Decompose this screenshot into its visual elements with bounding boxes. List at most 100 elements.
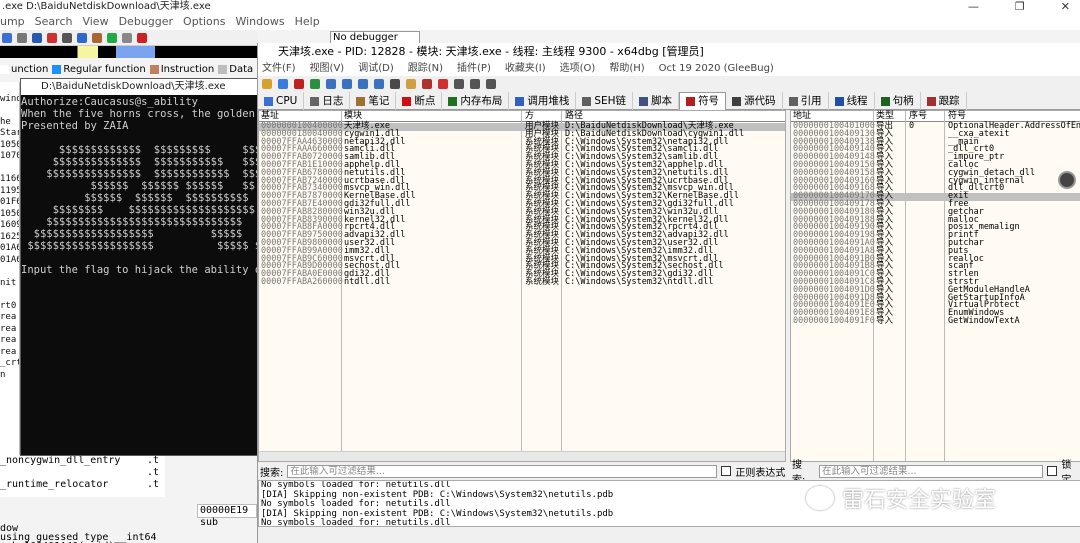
col-address[interactable]: 地址 (791, 111, 811, 121)
pause-icon[interactable] (122, 32, 132, 43)
menu-view[interactable]: View (82, 14, 108, 30)
menu-search[interactable]: Search (35, 14, 73, 30)
tab-13[interactable]: 跟踪 (921, 92, 967, 110)
open-icon[interactable] (262, 78, 272, 89)
function-row[interactable]: 1195 (0, 186, 19, 198)
menu-favourites[interactable]: 收藏夹(I) (505, 61, 546, 76)
console-window[interactable]: D:\BaiduNetdiskDownload\天津垓.exe Authoriz… (20, 78, 265, 456)
functions-list[interactable]: windheStar105010701166119501F61050160916… (0, 82, 20, 462)
console-output[interactable]: Authorize:Caucasus@s_ability When the fiv… (21, 96, 264, 456)
function-row[interactable]: he (0, 117, 19, 129)
names-list[interactable]: _noncygwin_dll_entry .t .t _runtime_relocat… (0, 455, 165, 497)
function-row[interactable]: rea (0, 324, 19, 336)
minimize-icon[interactable]: — (968, 0, 979, 14)
col-symbol[interactable]: 符号 (946, 111, 966, 121)
hash-icon[interactable] (454, 78, 464, 89)
tab-12[interactable]: 句柄 (875, 92, 921, 110)
restart-icon[interactable] (278, 78, 288, 89)
tab-5[interactable]: 调用堆栈 (509, 92, 577, 110)
tab-9[interactable]: 源代码 (726, 92, 783, 110)
tool-icon[interactable] (17, 32, 27, 43)
trace-icon[interactable] (390, 78, 400, 89)
label-icon[interactable] (438, 78, 448, 89)
function-row[interactable]: Star (0, 128, 19, 140)
names-row[interactable]: _noncygwin_dll_entry .t (0, 455, 165, 467)
function-row[interactable] (0, 105, 19, 117)
function-row[interactable]: 01A6C (0, 255, 19, 267)
regex-checkbox[interactable] (721, 466, 732, 476)
function-row[interactable]: 1625 (0, 232, 19, 244)
tab-0[interactable]: CPU (258, 92, 305, 110)
function-row[interactable]: 1050 (0, 209, 19, 221)
restore-icon[interactable]: ❐ (1015, 0, 1025, 14)
close-icon[interactable]: ✕ (1061, 0, 1070, 14)
horizontal-scrollbar[interactable] (259, 451, 785, 461)
function-row[interactable] (0, 82, 19, 94)
menu-options[interactable]: 选项(O) (560, 61, 596, 76)
step-into-icon[interactable] (342, 78, 352, 89)
tab-10[interactable]: 引用 (783, 92, 829, 110)
tab-11[interactable]: 线程 (829, 92, 875, 110)
function-row[interactable]: n (0, 370, 19, 382)
tab-8[interactable]: 符号 (679, 92, 727, 110)
function-row[interactable]: wind (0, 94, 19, 106)
tab-6[interactable]: SEH链 (576, 92, 634, 110)
calculator-icon[interactable] (486, 78, 496, 89)
close-icon[interactable] (294, 78, 304, 89)
menu-plugins[interactable]: 插件(P) (457, 61, 491, 76)
col-base[interactable]: 基址 (259, 111, 279, 121)
breakpoint-icon[interactable] (47, 32, 57, 43)
lock-checkbox[interactable] (1047, 466, 1058, 476)
function-icon[interactable] (470, 78, 480, 89)
names-row[interactable]: _runtime_relocator .t (0, 479, 165, 491)
function-row[interactable]: 1050 (0, 140, 19, 152)
function-row[interactable]: rea (0, 335, 19, 347)
step-icon[interactable] (32, 32, 42, 43)
function-row[interactable]: nit (0, 278, 19, 290)
pause-icon[interactable] (326, 78, 336, 89)
play-icon[interactable] (107, 32, 117, 43)
menu-debug[interactable]: 调试(D) (358, 61, 394, 76)
function-row[interactable]: rt0 (0, 301, 19, 313)
menu-view[interactable]: 视图(V) (310, 61, 345, 76)
function-row[interactable] (0, 289, 19, 301)
navigation-band[interactable] (0, 46, 258, 58)
menu-dump[interactable]: ump (0, 14, 25, 30)
arrow-right-icon[interactable] (2, 32, 12, 43)
menu-debugger[interactable]: Debugger (119, 14, 173, 30)
menu-trace[interactable]: 跟踪(N) (408, 61, 443, 76)
hex-icon[interactable] (92, 32, 102, 43)
symbols-search-input[interactable]: 在此输入可过滤结果... (819, 464, 1044, 478)
col-type[interactable]: 类型 (874, 111, 894, 121)
function-row[interactable]: 01A6C (0, 243, 19, 255)
menu-windows[interactable]: Windows (235, 14, 284, 30)
tab-2[interactable]: 笔记 (350, 92, 397, 110)
modules-search-input[interactable]: 在此输入可过滤结果... (287, 464, 718, 478)
menu-file[interactable]: 文件(F) (262, 61, 296, 76)
col-ordinal[interactable]: 序号 (907, 111, 927, 121)
execute-till-return-icon[interactable] (374, 78, 384, 89)
tab-7[interactable]: 脚本 (633, 92, 680, 110)
jump-icon[interactable] (62, 32, 72, 43)
symbol-row[interactable]: 00000001004091F0 导入 GetWindowTextA (791, 317, 1080, 326)
step-over-icon[interactable] (358, 78, 368, 89)
tab-1[interactable]: 日志 (304, 92, 351, 110)
function-row[interactable] (0, 163, 19, 175)
modules-panel[interactable]: 基址 模块 方 路径 0000000100400000 天津垓.exe 用户模块 D:… (258, 110, 786, 462)
function-row[interactable]: 1166 (0, 174, 19, 186)
names-row[interactable]: .t (0, 467, 165, 479)
function-row[interactable]: 1609 (0, 220, 19, 232)
menu-help[interactable]: Help (295, 14, 320, 30)
col-party[interactable]: 方 (523, 111, 534, 121)
module-row[interactable]: 00007FFABA260000 ntdll.dll 系统模块 C:\Windows\… (259, 278, 785, 287)
function-row[interactable]: 1070 (0, 151, 19, 163)
function-row[interactable]: rea (0, 347, 19, 359)
menu-options[interactable]: Options (183, 14, 225, 30)
menu-help[interactable]: 帮助(H) (609, 61, 644, 76)
stop-icon[interactable] (137, 32, 147, 43)
col-path[interactable]: 路径 (563, 111, 583, 121)
tab-4[interactable]: 内存布局 (442, 92, 510, 110)
function-row[interactable] (0, 266, 19, 278)
function-row[interactable]: 01F6 (0, 197, 19, 209)
function-row[interactable]: rea (0, 312, 19, 324)
